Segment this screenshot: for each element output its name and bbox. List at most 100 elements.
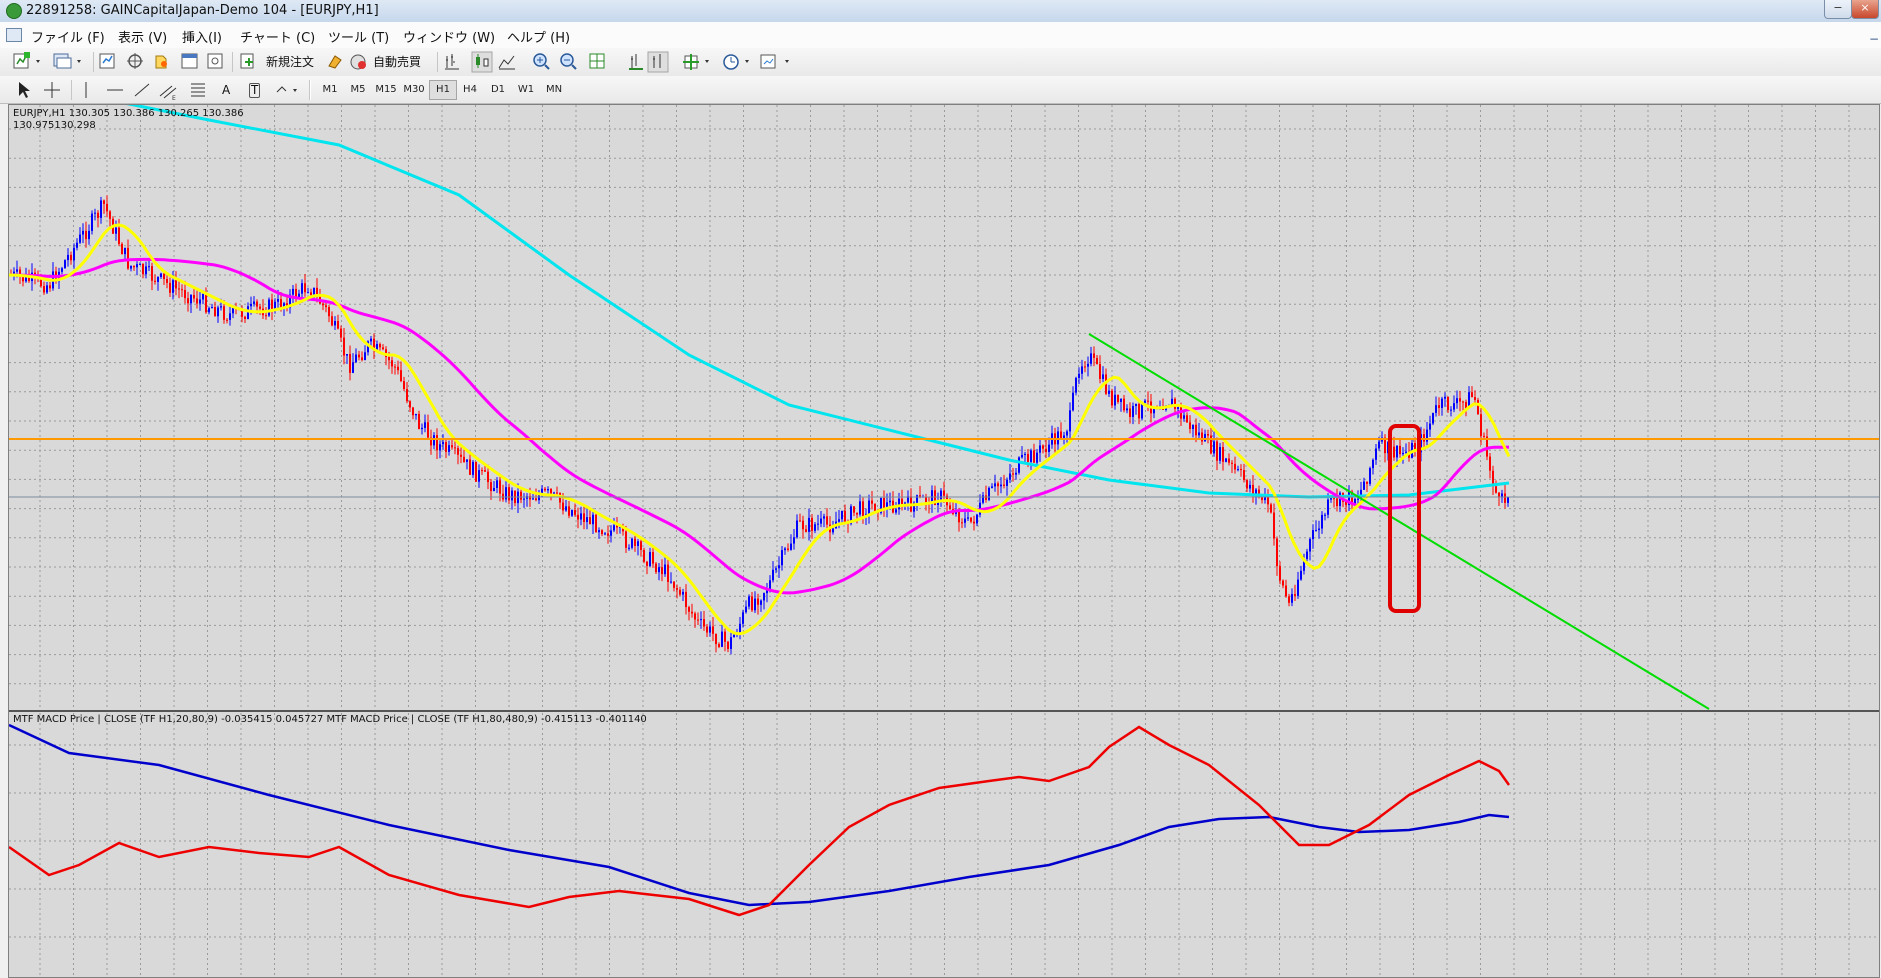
profiles-icon[interactable] xyxy=(53,53,81,69)
menu-view[interactable]: 表示 (V) xyxy=(118,27,167,46)
candle-body xyxy=(334,321,336,326)
new-order-icon[interactable] xyxy=(240,53,254,69)
candle-body xyxy=(463,456,465,462)
candle-body xyxy=(328,307,330,317)
new-chart-icon[interactable] xyxy=(13,52,40,69)
candle-body xyxy=(1318,528,1320,531)
timeframe-m5[interactable]: M5 xyxy=(345,80,371,100)
candle-body xyxy=(610,530,612,536)
candle-body xyxy=(1282,580,1284,586)
line-chart-icon[interactable] xyxy=(498,55,515,70)
chart-window-icon[interactable] xyxy=(6,28,22,42)
candle-body xyxy=(637,541,639,546)
minimize-button[interactable]: − xyxy=(1824,0,1852,19)
candle-body xyxy=(256,301,258,307)
strategy-tester-icon[interactable] xyxy=(207,53,223,69)
candle-body xyxy=(181,289,183,291)
candle-body xyxy=(1000,484,1002,487)
candle-body xyxy=(76,242,78,248)
zoom-in-icon[interactable] xyxy=(533,53,550,70)
menu-chart[interactable]: チャート (C) xyxy=(240,27,315,46)
candle-body xyxy=(136,264,138,268)
candlestick-icon[interactable] xyxy=(471,51,493,73)
candle-body xyxy=(175,280,177,289)
menu-help[interactable]: ヘルプ (H) xyxy=(507,27,570,46)
timeframe-m15[interactable]: M15 xyxy=(373,80,399,100)
candle-body xyxy=(103,200,105,204)
bar-chart-icon[interactable] xyxy=(445,54,459,70)
crosshair-icon[interactable] xyxy=(44,82,60,98)
menu-insert[interactable]: 挿入(I) xyxy=(182,27,222,46)
market-watch-icon[interactable] xyxy=(99,53,115,69)
left-margin xyxy=(0,104,8,978)
candle-body xyxy=(1399,445,1401,455)
timeframe-d1[interactable]: D1 xyxy=(485,80,511,100)
candle-body xyxy=(652,552,654,564)
zoom-out-icon[interactable] xyxy=(560,53,577,70)
new-order-button[interactable]: 新規注文 xyxy=(266,51,314,73)
auto-trading-icon[interactable] xyxy=(350,54,366,70)
candle-body xyxy=(121,243,123,255)
auto-scroll-icon[interactable] xyxy=(629,54,643,70)
candle-body xyxy=(1015,472,1017,475)
timeframe-mn[interactable]: MN xyxy=(541,80,567,100)
candle-body xyxy=(1042,445,1044,449)
candle-body xyxy=(88,230,90,240)
timeframe-m1[interactable]: M1 xyxy=(317,80,343,100)
candle-body xyxy=(1378,441,1380,449)
templates-icon[interactable] xyxy=(760,54,789,69)
candle-body xyxy=(685,591,687,608)
candle-body xyxy=(1324,514,1326,516)
tile-windows-icon[interactable] xyxy=(589,53,605,69)
candle-body xyxy=(1423,434,1425,442)
terminal-icon[interactable] xyxy=(181,53,198,69)
candle-body xyxy=(1192,424,1194,430)
candle-body xyxy=(1363,481,1365,490)
menu-file[interactable]: ファイル (F) xyxy=(31,27,105,46)
equidistant-channel-icon[interactable]: E xyxy=(159,85,177,102)
indicators-icon[interactable] xyxy=(683,54,709,70)
menu-tools[interactable]: ツール (T) xyxy=(328,27,389,46)
candle-body xyxy=(94,212,96,214)
candle-body xyxy=(85,230,87,240)
candle-body xyxy=(742,612,744,624)
auto-trading-button[interactable]: 自動売買 xyxy=(373,51,421,73)
data-window-icon[interactable] xyxy=(127,53,143,69)
candle-body xyxy=(1204,434,1206,442)
cursor-icon[interactable] xyxy=(19,82,30,98)
fibonacci-icon[interactable] xyxy=(191,83,205,97)
arrows-tool-icon[interactable] xyxy=(276,86,297,93)
candle-body xyxy=(895,509,897,513)
timeframe-h4[interactable]: H4 xyxy=(457,80,483,100)
candle-body xyxy=(427,422,429,438)
candle-body xyxy=(1300,570,1302,580)
candle-body xyxy=(163,273,165,279)
candle-body xyxy=(223,306,225,320)
candle-body xyxy=(97,212,99,218)
chart-window[interactable]: EURJPY,H1 130.305 130.386 130.265 130.38… xyxy=(8,104,1880,978)
candle-body xyxy=(1474,397,1476,400)
text-tool-button[interactable]: A xyxy=(222,79,230,101)
mdi-minimize-button[interactable]: − xyxy=(1869,32,1879,46)
meta-editor-icon[interactable] xyxy=(328,55,342,69)
navigator-icon[interactable] xyxy=(155,55,167,69)
candle-body xyxy=(826,516,828,525)
candle-body xyxy=(250,303,252,307)
candle-body xyxy=(307,292,309,294)
candle-body xyxy=(124,247,126,255)
candle-body xyxy=(358,354,360,358)
text-label-tool-button[interactable]: T xyxy=(249,83,261,98)
trendline-icon[interactable] xyxy=(134,83,150,97)
menu-window[interactable]: ウィンドウ (W) xyxy=(403,27,495,46)
price-chart[interactable]: EURJPY,H1 130.305 130.386 130.265 130.38… xyxy=(9,105,1879,977)
chart-shift-icon[interactable] xyxy=(647,51,669,73)
candle-body xyxy=(1459,398,1461,402)
candle-body xyxy=(1477,399,1479,415)
timeframe-w1[interactable]: W1 xyxy=(513,80,539,100)
candle-body xyxy=(292,288,294,295)
timeframe-m30[interactable]: M30 xyxy=(401,80,427,100)
timeframe-h1[interactable]: H1 xyxy=(429,80,457,100)
candle-body xyxy=(1129,408,1131,417)
periods-icon[interactable] xyxy=(723,54,749,70)
close-button[interactable]: × xyxy=(1851,0,1879,19)
